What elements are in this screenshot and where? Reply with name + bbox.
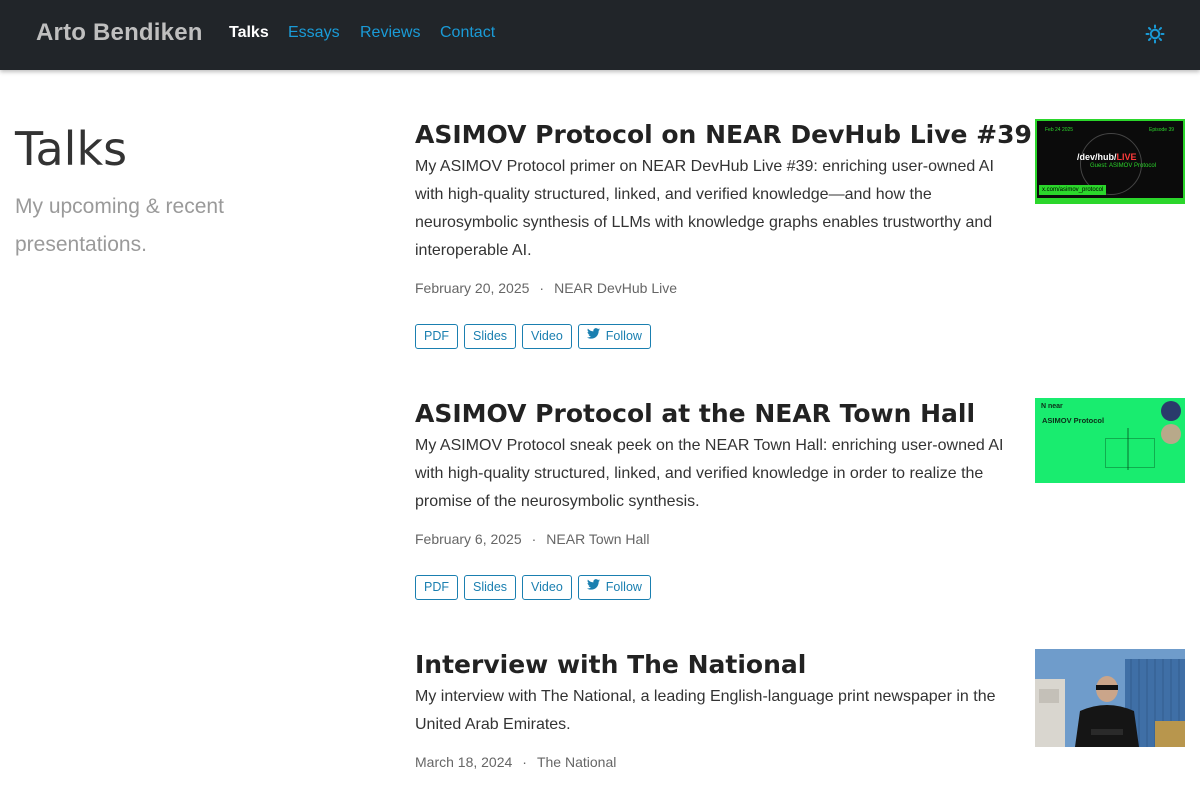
thumbnail-guest: Guest: ASIMOV Protocol (1090, 163, 1157, 169)
nav-link-essays[interactable]: Essays (288, 24, 340, 42)
thumbnail-slide-title: ASIMOV Protocol (1042, 416, 1105, 425)
devhub-logo: /dev/hub/LIVE (1077, 152, 1137, 162)
thumbnail-tag: x.com/asimov_protocol (1039, 185, 1107, 195)
top-navbar: Arto Bendiken Talks Essays Reviews Conta… (0, 0, 1200, 70)
slide-diagram-line (1127, 428, 1129, 470)
talk-venue: The National (536, 754, 617, 770)
nav-link-contact[interactable]: Contact (440, 24, 495, 42)
talk-item: ASIMOV Protocol on NEAR DevHub Live #39 … (415, 119, 1185, 349)
talk-buttons: PDF Slides Video Follow (415, 575, 1185, 600)
devhub-logo-text: /dev/hub/ (1077, 152, 1117, 162)
talk-date: February 20, 2025 (415, 280, 530, 296)
speaker-avatar (1161, 424, 1181, 444)
live-badge: LIVE (1116, 152, 1137, 162)
slides-button[interactable]: Slides (464, 324, 517, 349)
thumbnail-date: Feb 24 2025 (1045, 127, 1074, 133)
talk-buttons: PDF Slides Video Follow (415, 324, 1185, 349)
slide-diagram (1105, 438, 1155, 468)
talk-date: March 18, 2024 (415, 754, 513, 770)
talk-description: My ASIMOV Protocol sneak peek on the NEA… (415, 437, 1004, 510)
nav-link-talks[interactable]: Talks (229, 24, 269, 42)
video-button[interactable]: Video (522, 324, 572, 349)
thumbnail-episode: Episode 39 (1149, 127, 1175, 133)
page-subtitle: My upcoming & recent presentations. (15, 195, 224, 256)
meta-separator: · (531, 531, 537, 547)
talk-venue: NEAR Town Hall (546, 531, 650, 547)
thumbnail-bottom-bar (1035, 198, 1185, 204)
talk-date: February 6, 2025 (415, 531, 522, 547)
talk-thumbnail[interactable] (1035, 649, 1185, 747)
follow-label: Follow (605, 329, 642, 343)
follow-button[interactable]: Follow (577, 575, 651, 600)
speaker-avatar (1161, 401, 1181, 421)
follow-button[interactable]: Follow (577, 324, 651, 349)
near-logo: N near (1041, 403, 1063, 410)
interview-photo (1035, 649, 1185, 747)
talk-thumbnail[interactable]: N near ASIMOV Protocol (1035, 398, 1185, 483)
sun-icon[interactable] (1145, 24, 1165, 44)
pdf-button[interactable]: PDF (415, 324, 458, 349)
talk-description: My ASIMOV Protocol primer on NEAR DevHub… (415, 158, 994, 259)
pdf-button[interactable]: PDF (415, 575, 458, 600)
talk-description: My interview with The National, a leadin… (415, 688, 996, 733)
follow-label: Follow (605, 580, 642, 594)
twitter-icon (586, 575, 600, 598)
talk-item: Interview with The National My interview… (415, 649, 1185, 770)
talk-meta: February 20, 2025 · NEAR DevHub Live (415, 280, 1185, 296)
nav-link-reviews[interactable]: Reviews (360, 24, 420, 42)
site-brand[interactable]: Arto Bendiken (36, 19, 203, 47)
slides-button[interactable]: Slides (464, 575, 517, 600)
page-title: Talks (15, 122, 128, 176)
talk-thumbnail[interactable]: Feb 24 2025 Episode 39 /dev/hub/LIVE Gue… (1035, 119, 1185, 204)
talk-meta: February 6, 2025 · NEAR Town Hall (415, 531, 1185, 547)
talk-item: ASIMOV Protocol at the NEAR Town Hall My… (415, 398, 1185, 600)
twitter-icon (586, 324, 600, 347)
meta-separator: · (522, 754, 527, 770)
talk-venue: NEAR DevHub Live (554, 280, 678, 296)
talk-meta: March 18, 2024 · The National (415, 754, 1185, 770)
meta-separator: · (539, 280, 545, 296)
video-button[interactable]: Video (522, 575, 572, 600)
